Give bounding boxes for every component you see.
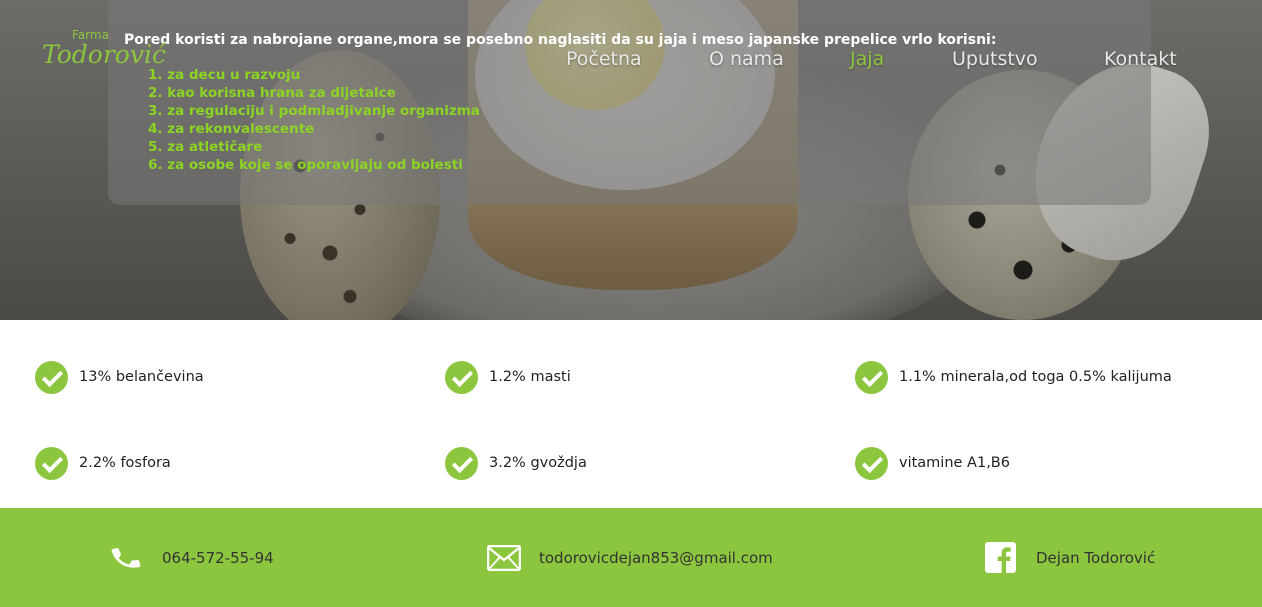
envelope-icon xyxy=(487,544,521,571)
nav-item-kontakt[interactable]: Kontakt xyxy=(1104,48,1177,70)
benefit-item: 3. za regulaciju i podmladjivanje organi… xyxy=(148,103,480,119)
hero-banner: Pored koristi za nabrojane organe,mora s… xyxy=(0,0,1262,320)
feature-item: 2.2% fosfora xyxy=(35,446,171,480)
footer-email-text: todorovicdejan853@gmail.com xyxy=(539,548,773,567)
benefit-item: 1. za decu u razvoju xyxy=(148,67,301,83)
footer-facebook[interactable]: Dejan Todorović xyxy=(985,508,1155,607)
facebook-icon xyxy=(985,542,1016,573)
feature-item: 13% belančevina xyxy=(35,360,204,394)
benefit-item: 6. za osobe koje se oporavljaju od boles… xyxy=(148,157,463,173)
nav-item-uputstvo[interactable]: Uputstvo xyxy=(952,48,1038,70)
site-logo[interactable]: Farma Todorović xyxy=(42,28,166,74)
benefits-list: 1. za decu u razvoju 2. kao korisna hran… xyxy=(148,66,480,174)
benefit-item: 4. za rekonvalescente xyxy=(148,121,315,137)
feature-label: 1.1% minerala,od toga 0.5% kalijuma xyxy=(899,369,1172,385)
nutrition-features: 13% belančevina 1.2% masti 1.1% minerala… xyxy=(0,320,1262,508)
feature-label: 3.2% gvoždja xyxy=(489,455,587,471)
logo-big-text: Todorović xyxy=(42,40,166,69)
nav-item-jaja[interactable]: Jaja xyxy=(850,48,884,70)
check-circle-icon xyxy=(855,446,888,480)
feature-label: 2.2% fosfora xyxy=(79,455,171,471)
footer-email[interactable]: todorovicdejan853@gmail.com xyxy=(487,508,773,607)
check-circle-icon xyxy=(35,360,68,394)
check-circle-icon xyxy=(445,360,478,394)
benefit-item: 2. kao korisna hrana za dijetalce xyxy=(148,85,396,101)
feature-item: 3.2% gvoždja xyxy=(445,446,587,480)
benefit-item: 5. za atletičare xyxy=(148,139,263,155)
check-circle-icon xyxy=(35,446,68,480)
nav-item-pocetna[interactable]: Početna xyxy=(566,48,642,70)
feature-label: 13% belančevina xyxy=(79,369,204,385)
benefits-panel: Pored koristi za nabrojane organe,mora s… xyxy=(108,0,1151,205)
check-circle-icon xyxy=(445,446,478,480)
feature-item: vitamine A1,B6 xyxy=(855,446,1010,480)
feature-item: 1.1% minerala,od toga 0.5% kalijuma xyxy=(855,360,1172,394)
footer-facebook-text: Dejan Todorović xyxy=(1036,548,1156,567)
feature-label: vitamine A1,B6 xyxy=(899,455,1010,471)
contact-footer: 064-572-55-94 todorovicdejan853@gmail.co… xyxy=(0,508,1262,607)
feature-label: 1.2% masti xyxy=(489,369,571,385)
nav-item-o-nama[interactable]: O nama xyxy=(709,48,784,70)
footer-phone[interactable]: 064-572-55-94 xyxy=(110,508,274,607)
benefits-intro: Pored koristi za nabrojane organe,mora s… xyxy=(124,32,997,48)
feature-item: 1.2% masti xyxy=(445,360,571,394)
phone-icon xyxy=(110,542,142,574)
footer-phone-text: 064-572-55-94 xyxy=(162,548,274,567)
check-circle-icon xyxy=(855,360,888,394)
